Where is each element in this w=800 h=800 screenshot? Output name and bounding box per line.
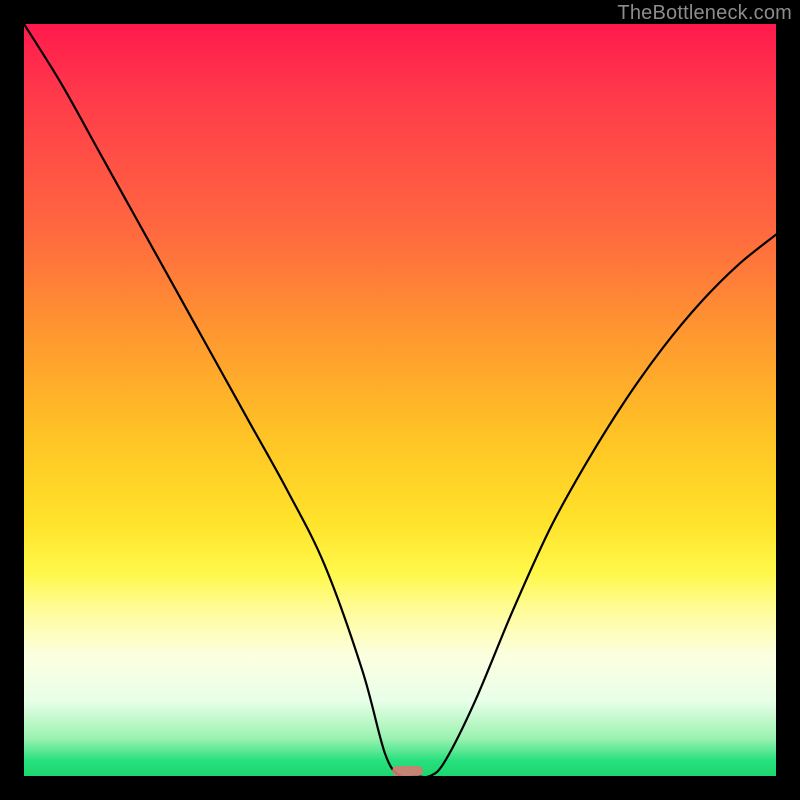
minimum-marker — [392, 766, 422, 776]
plot-area — [24, 24, 776, 776]
outer-frame: TheBottleneck.com — [0, 0, 800, 800]
bottleneck-curve — [24, 24, 776, 776]
watermark-text: TheBottleneck.com — [617, 2, 792, 25]
